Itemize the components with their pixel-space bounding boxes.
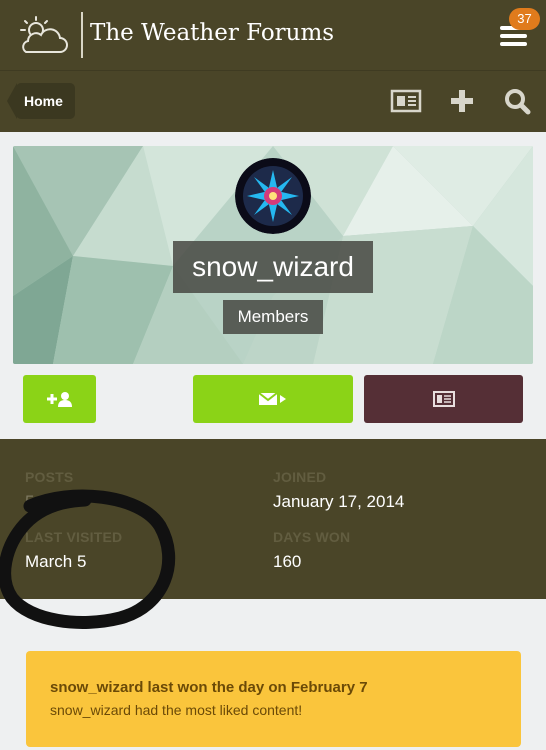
profile-username: snow_wizard (173, 241, 373, 293)
profile-stats: POSTS 54093 JOINED January 17, 2014 LAST… (0, 439, 546, 599)
newspaper-icon (432, 391, 455, 407)
stat-last-visited: LAST VISITED March 5 (25, 529, 122, 572)
follow-button[interactable] (23, 375, 96, 423)
envelope-arrow-icon (259, 392, 286, 405)
stat-value: 54093 (25, 492, 73, 511)
stat-joined: JOINED January 17, 2014 (273, 469, 404, 512)
add-user-icon (46, 392, 72, 407)
stat-posts: POSTS 54093 (25, 469, 73, 512)
logo-divider (81, 12, 83, 58)
message-button[interactable] (193, 375, 353, 423)
stat-value: March 5 (25, 552, 87, 571)
nav-bar: Home (0, 70, 546, 132)
newspaper-icon[interactable] (389, 87, 423, 115)
notification-badge[interactable]: 37 (509, 8, 540, 30)
stat-label: POSTS (25, 469, 74, 485)
site-header: The Weather Forums 37 (0, 0, 546, 70)
section-divider (0, 599, 546, 625)
stat-value: 160 (273, 552, 302, 571)
breadcrumb-home[interactable]: Home (7, 83, 75, 119)
stat-days-won: DAYS WON 160 (273, 529, 350, 572)
notice-text: snow_wizard had the most liked content! (50, 702, 303, 718)
content-button[interactable] (364, 375, 523, 423)
member-group-badge: Members (223, 300, 323, 334)
notice-title: snow_wizard last won the day on February… (50, 679, 368, 696)
search-icon[interactable] (500, 87, 534, 115)
plus-icon[interactable] (445, 87, 479, 115)
profile-page: The Weather Forums 37 Home snow_wizard M… (0, 0, 546, 750)
stat-label: DAYS WON (273, 529, 351, 545)
site-title[interactable]: The Weather Forums (90, 20, 334, 46)
day-won-notice: snow_wizard last won the day on February… (26, 651, 521, 747)
stat-label: JOINED (273, 469, 327, 485)
stat-value: January 17, 2014 (273, 492, 405, 511)
stat-label: LAST VISITED (25, 529, 123, 545)
snowflake-mandala-avatar[interactable] (235, 158, 311, 234)
sun-behind-cloud-icon[interactable] (16, 14, 72, 58)
